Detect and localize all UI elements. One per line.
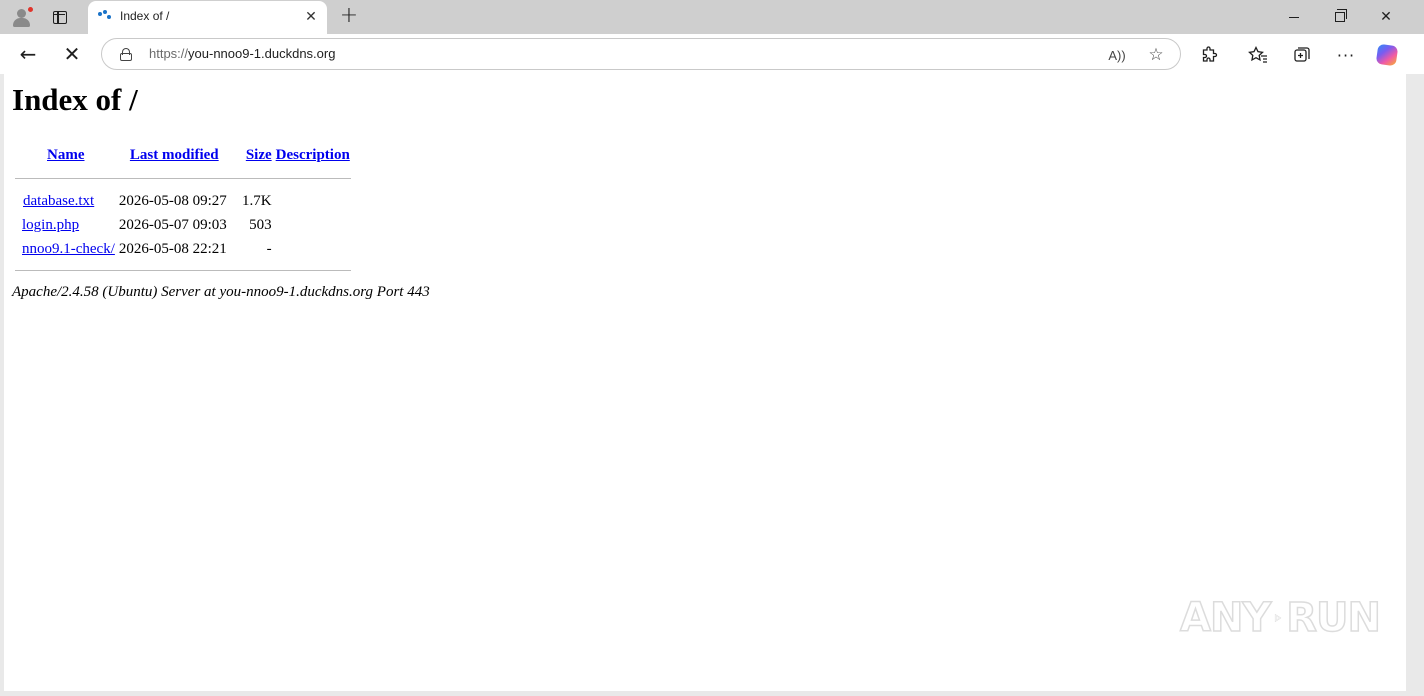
size-cell: 1.7K xyxy=(242,192,272,209)
tab-close-icon[interactable]: ✕ xyxy=(303,9,319,25)
file-name-cell: login.php xyxy=(19,214,116,236)
address-url[interactable]: https://you-nnoo9-1.duckdns.org xyxy=(149,46,335,61)
read-aloud-icon[interactable]: A)) xyxy=(1106,44,1128,66)
watermark-right-text: RUN xyxy=(1285,594,1381,642)
lock-icon[interactable] xyxy=(120,48,132,61)
table-row: database.txt 2026-05-08 09:27 1.7K xyxy=(15,190,351,212)
window-frame-bottom xyxy=(0,691,1424,696)
file-name-cell: nnoo9.1-check/ xyxy=(19,238,116,260)
file-link[interactable]: database.txt xyxy=(23,193,94,209)
separator-row xyxy=(15,168,351,188)
site-favicon xyxy=(98,10,112,24)
icon-column-header xyxy=(15,144,17,166)
back-button[interactable]: ← xyxy=(14,40,42,68)
file-name-cell: database.txt xyxy=(19,190,116,212)
page-viewport: Index of / Name Last modified Size Descr… xyxy=(4,74,1406,691)
profile-icon[interactable] xyxy=(8,4,36,30)
window-frame-right xyxy=(1406,74,1424,696)
size-column-header: Size xyxy=(230,144,273,166)
table-row: nnoo9.1-check/ 2026-05-08 22:21 - xyxy=(15,238,351,260)
file-icon-cell xyxy=(15,214,17,236)
folder-link[interactable]: nnoo9.1-check/ xyxy=(22,241,115,257)
favorites-icon[interactable] xyxy=(1245,42,1271,68)
copilot-icon[interactable] xyxy=(1374,42,1400,68)
watermark-left-text: ANY xyxy=(1179,594,1272,642)
url-host: you-nnoo9-1.duckdns.org xyxy=(188,46,336,61)
sort-by-name-link[interactable]: Name xyxy=(47,147,85,163)
address-bar[interactable]: https://you-nnoo9-1.duckdns.org A)) ☆ xyxy=(101,38,1181,70)
restore-button[interactable] xyxy=(1317,0,1363,34)
tab-actions-icon[interactable] xyxy=(46,6,74,28)
description-cell xyxy=(275,214,351,236)
extensions-icon[interactable] xyxy=(1196,42,1222,68)
collections-icon[interactable] xyxy=(1289,42,1315,68)
sort-by-description-link[interactable]: Description xyxy=(276,147,350,163)
window-close-button[interactable]: ✕ xyxy=(1363,0,1409,34)
favorite-star-icon[interactable]: ☆ xyxy=(1145,44,1167,66)
last-modified-column-header: Last modified xyxy=(118,144,228,166)
file-icon-cell xyxy=(15,190,17,212)
table-row: login.php 2026-05-07 09:03 503 xyxy=(15,214,351,236)
tab-active[interactable]: Index of / ✕ xyxy=(88,1,327,34)
more-icon[interactable]: ··· xyxy=(1333,42,1359,68)
size-cell: - xyxy=(266,240,272,257)
file-link[interactable]: login.php xyxy=(22,217,79,233)
tab-title: Index of / xyxy=(120,9,170,23)
page-title: Index of / xyxy=(12,82,138,117)
separator-line xyxy=(15,177,351,179)
listing-table: Name Last modified Size Description data… xyxy=(13,142,353,280)
tab-bar: Index of / ✕ + ✕ xyxy=(0,0,1424,34)
last-modified-cell: 2026-05-08 22:21 xyxy=(118,240,227,257)
last-modified-cell: 2026-05-07 09:03 xyxy=(118,216,227,233)
description-cell xyxy=(275,238,351,260)
watermark-play-icon xyxy=(1275,614,1282,622)
sort-by-last-modified-link[interactable]: Last modified xyxy=(130,147,219,163)
description-column-header: Description xyxy=(275,144,351,166)
server-signature: Apache/2.4.58 (Ubuntu) Server at you-nno… xyxy=(12,284,430,300)
sort-by-size-link[interactable]: Size xyxy=(246,147,272,163)
table-header-row: Name Last modified Size Description xyxy=(15,144,351,166)
url-scheme: https:// xyxy=(149,46,189,61)
folder-icon-cell xyxy=(15,238,17,260)
anyrun-watermark: ANY RUN xyxy=(1179,586,1381,650)
name-column-header: Name xyxy=(19,144,116,166)
size-cell: 503 xyxy=(249,216,272,233)
browser-toolbar: ← ✕ https://you-nnoo9-1.duckdns.org A)) … xyxy=(0,34,1424,74)
separator-line xyxy=(15,269,351,271)
description-cell xyxy=(275,190,351,212)
new-tab-button[interactable]: + xyxy=(337,5,361,29)
last-modified-cell: 2026-05-08 09:27 xyxy=(118,192,227,209)
separator-row xyxy=(15,262,351,278)
stop-loading-button[interactable]: ✕ xyxy=(58,40,86,68)
minimize-button[interactable] xyxy=(1271,0,1317,34)
